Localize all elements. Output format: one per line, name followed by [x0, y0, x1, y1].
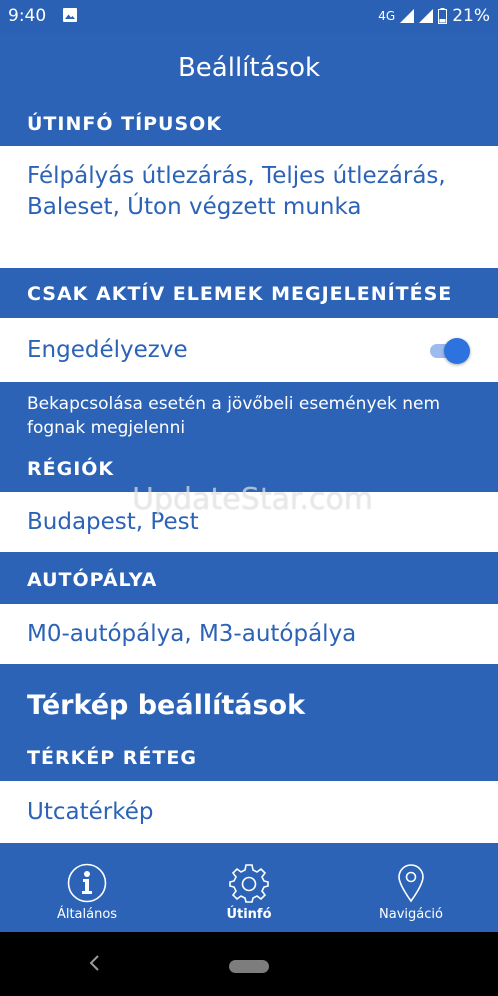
battery-icon: [438, 8, 448, 24]
nav-label-general: Általános: [56, 907, 118, 922]
travel-types-value: Félpályás útlezárás, Teljes útlezárás, B…: [27, 163, 446, 220]
gear-icon: [229, 864, 269, 903]
info-icon: [67, 863, 107, 903]
home-button[interactable]: [229, 960, 269, 973]
toggle-thumb: [444, 338, 470, 364]
location-pin-icon: [398, 864, 424, 903]
nav-item-travel-info[interactable]: Útinfó: [166, 843, 332, 932]
map-layer-value: Utcatérkép: [27, 799, 154, 825]
app-header: Beállítások: [0, 33, 498, 103]
nav-item-navigation[interactable]: Navigáció: [328, 843, 494, 932]
regions-value: Budapest, Pest: [27, 509, 199, 535]
section-header-active-only: CSAK AKTÍV ELEMEK MEGJELENÍTÉSE: [0, 268, 498, 318]
page-title: Beállítások: [177, 53, 321, 83]
section-header-map-layer: TÉRKÉP RÉTEG: [0, 736, 498, 781]
bottom-nav: Általános Útinfó Navigáció: [0, 843, 498, 932]
section-header-motorway: AUTÓPÁLYA: [0, 552, 498, 604]
nav-item-general[interactable]: Általános: [4, 843, 170, 932]
motorway-value: M0-autópálya, M3-autópálya: [27, 621, 357, 647]
back-icon[interactable]: [88, 954, 102, 972]
section-header-travel-types: ÚTINFÓ TÍPUSOK: [0, 103, 498, 146]
motorway-row[interactable]: M0-autópálya, M3-autópálya: [0, 604, 498, 664]
section-header-regions: RÉGIÓK: [0, 446, 498, 492]
active-only-row[interactable]: Engedélyezve: [0, 318, 498, 382]
status-time: 9:40: [8, 6, 47, 26]
status-bar: 9:40 4G 21%: [0, 0, 498, 33]
map-settings-heading: Térkép beállítások: [0, 664, 498, 736]
travel-types-row[interactable]: Félpályás útlezárás, Teljes útlezárás, B…: [0, 146, 498, 268]
active-only-note: Bekapcsolása esetén a jövőbeli események…: [0, 382, 498, 446]
active-only-toggle[interactable]: [428, 338, 470, 364]
battery-percent: 21%: [452, 6, 490, 26]
network-type: 4G: [378, 9, 396, 23]
map-layer-row[interactable]: Utcatérkép: [0, 781, 498, 843]
image-notification-icon: [63, 8, 77, 22]
regions-row[interactable]: Budapest, Pest: [0, 492, 498, 552]
signal-icon-secondary: [419, 9, 434, 23]
active-only-label: Engedélyezve: [27, 337, 188, 363]
signal-icon: [400, 9, 415, 23]
nav-label-navigation: Navigáció: [379, 907, 443, 922]
nav-label-travel-info: Útinfó: [226, 907, 272, 922]
